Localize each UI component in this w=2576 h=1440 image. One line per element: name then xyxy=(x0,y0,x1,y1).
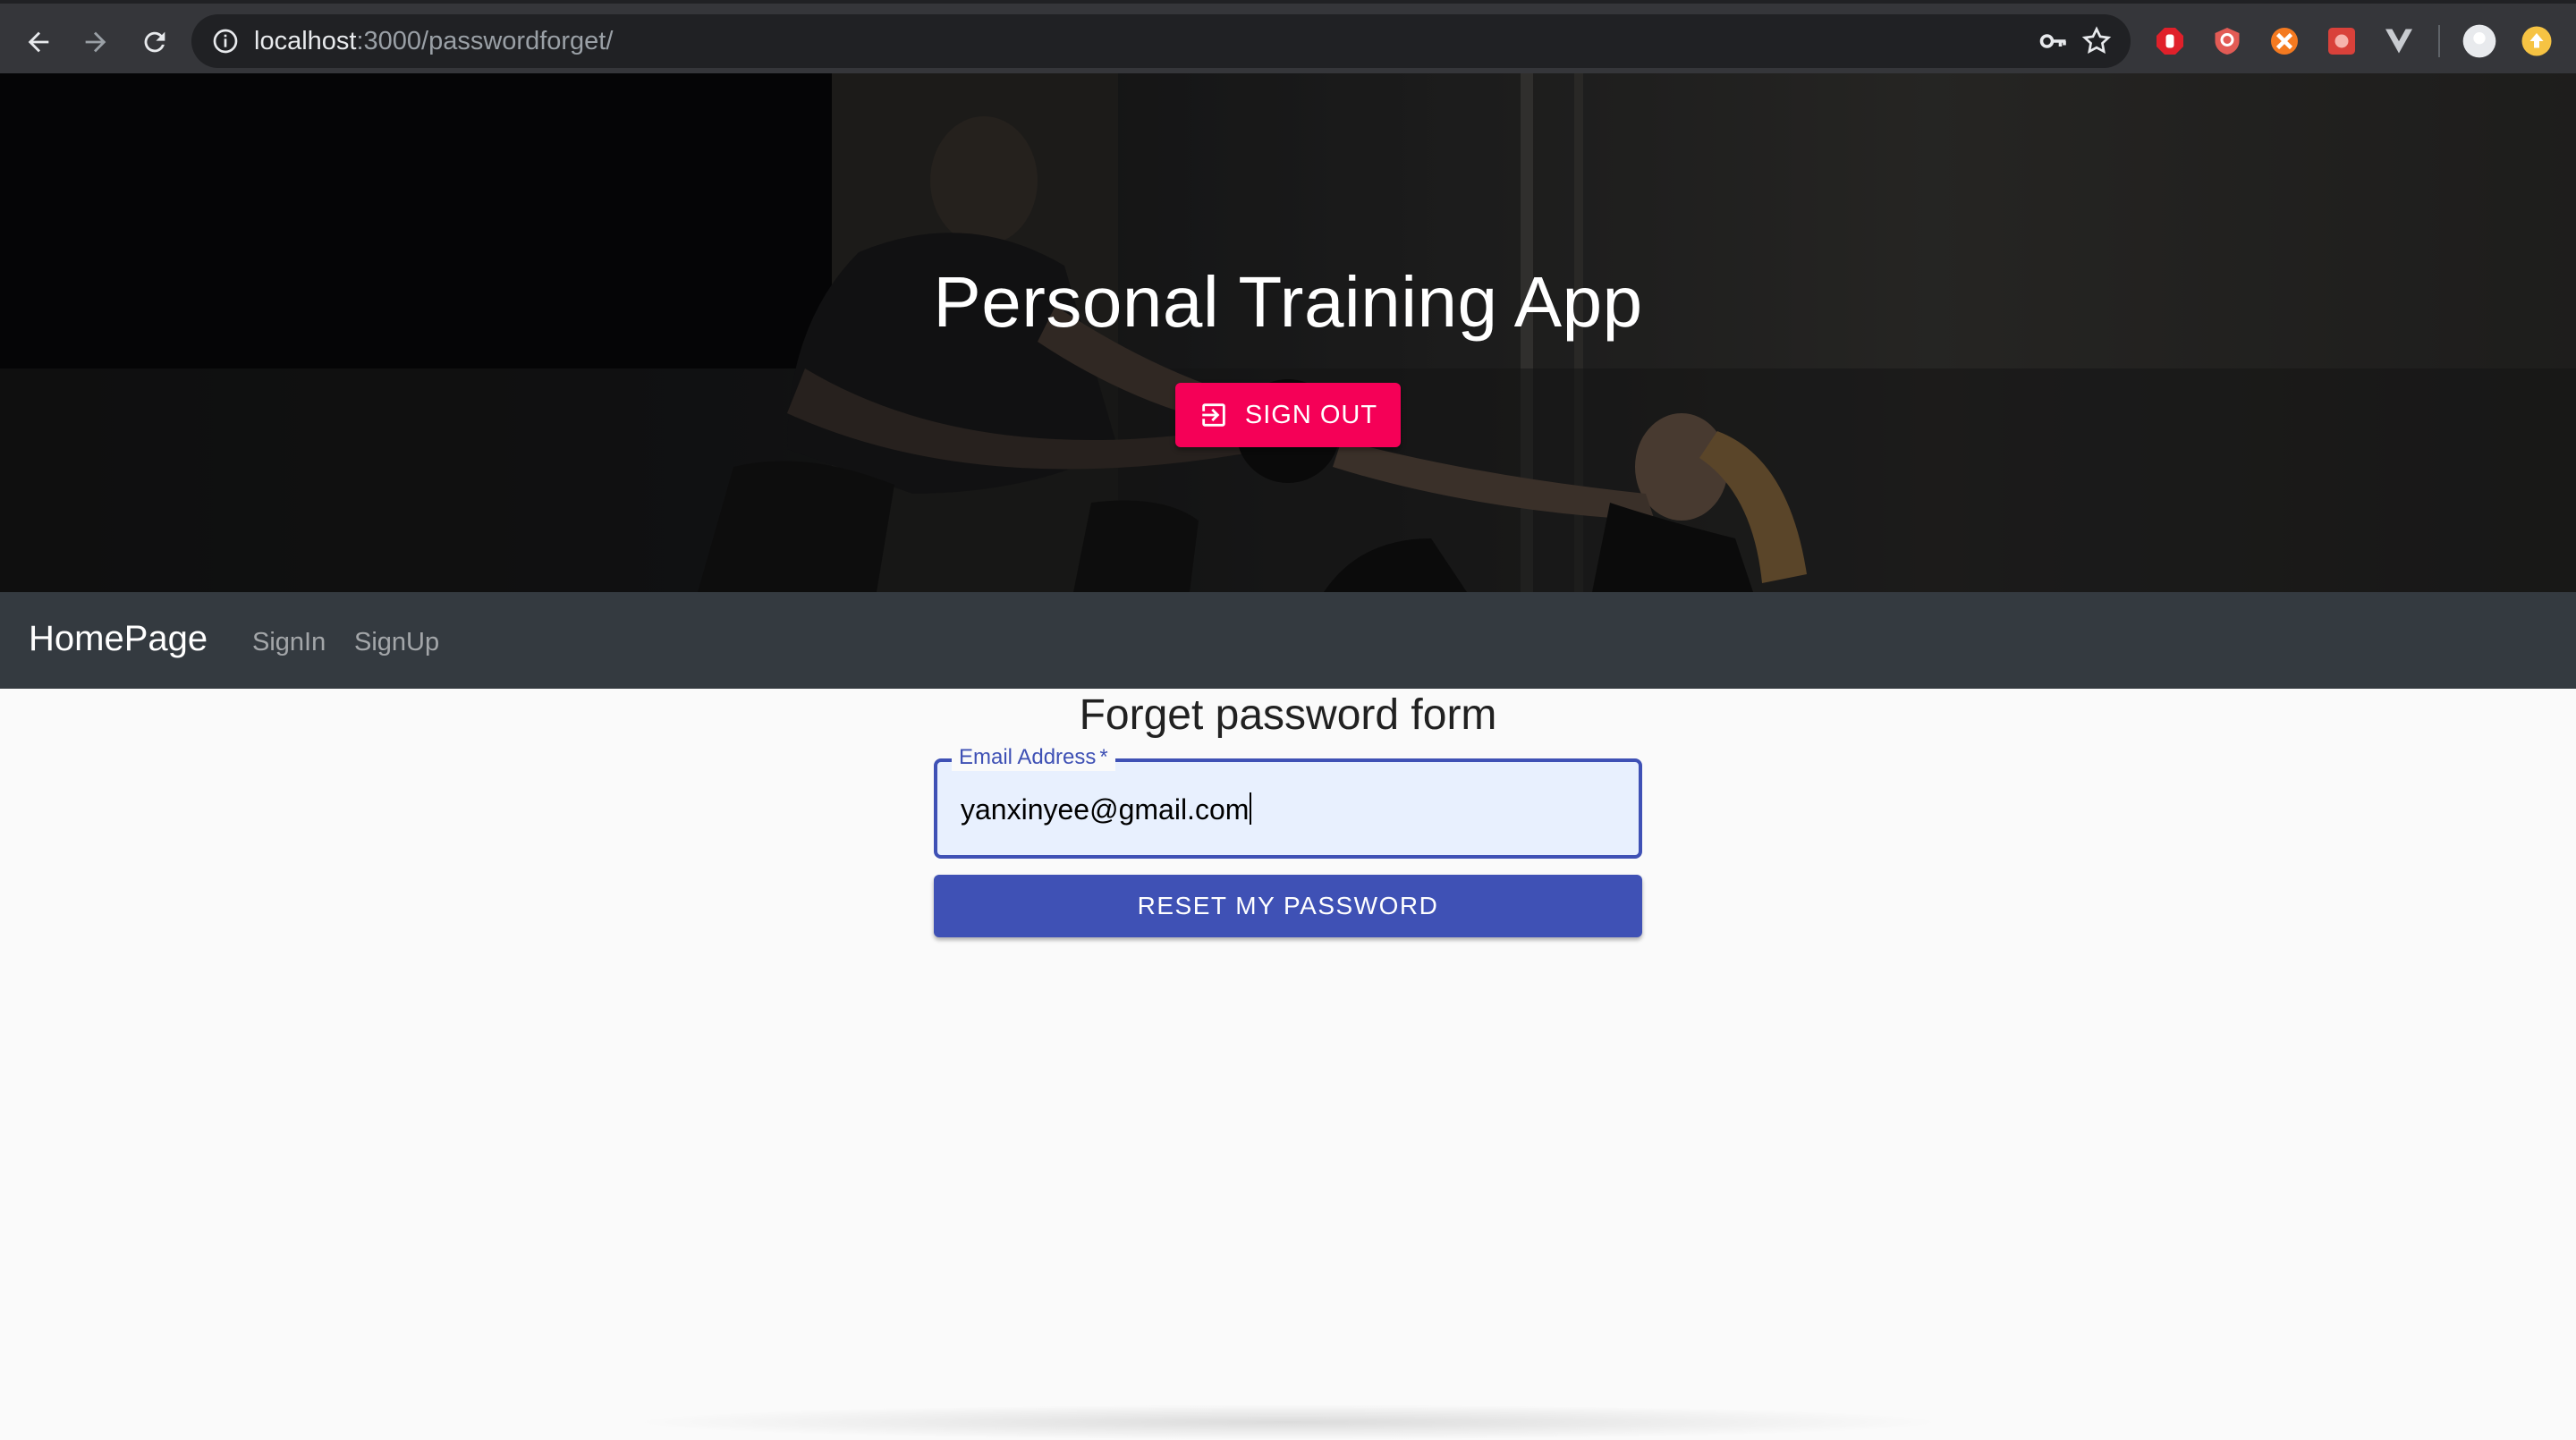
star-icon[interactable] xyxy=(2080,25,2113,57)
address-bar[interactable]: localhost:3000/passwordforget/ xyxy=(191,14,2131,68)
email-label: Email Address * xyxy=(952,744,1115,771)
nav-link-signin[interactable]: SignIn xyxy=(252,628,326,657)
url-text: localhost:3000/passwordforget/ xyxy=(254,27,614,55)
key-icon[interactable] xyxy=(2038,25,2070,57)
reset-password-button[interactable]: RESET MY PASSWORD xyxy=(934,875,1642,937)
nav-link-signup[interactable]: SignUp xyxy=(354,628,439,657)
adblock-extension-icon[interactable] xyxy=(2154,25,2186,57)
arrow-right-icon xyxy=(85,31,106,53)
hero-title: Personal Training App xyxy=(933,262,1643,342)
browser-toolbar: localhost:3000/passwordforget/ xyxy=(0,0,2576,73)
navbar-brand-homepage[interactable]: HomePage xyxy=(29,619,208,659)
navbar: HomePage SignIn SignUp xyxy=(0,592,2576,689)
arrow-left-icon xyxy=(28,31,49,53)
email-input[interactable]: yanxinyee@gmail.com xyxy=(934,758,1642,859)
forward-button[interactable] xyxy=(72,18,120,66)
orange-extension-icon[interactable] xyxy=(2268,25,2301,57)
shield-extension-icon[interactable] xyxy=(2211,25,2243,57)
sign-out-label: SIGN OUT xyxy=(1244,400,1378,429)
reload-button[interactable] xyxy=(131,18,179,66)
text-caret xyxy=(1250,792,1252,825)
toolbar-separator xyxy=(2438,25,2440,57)
exit-to-app-icon xyxy=(1202,403,1225,427)
red-puzzle-extension-icon[interactable] xyxy=(2326,25,2358,57)
bottom-shadow xyxy=(626,1404,1950,1440)
required-asterisk: * xyxy=(1099,745,1108,769)
update-extension-icon[interactable] xyxy=(2521,25,2553,57)
sign-out-button[interactable]: SIGN OUT xyxy=(1175,383,1401,447)
email-input-value: yanxinyee@gmail.com xyxy=(961,792,1252,826)
form-title: Forget password form xyxy=(1079,691,1497,739)
hero-banner: Personal Training App SIGN OUT xyxy=(0,73,2576,592)
back-button[interactable] xyxy=(14,18,63,66)
profile-avatar-icon[interactable] xyxy=(2462,23,2497,59)
vue-devtools-icon[interactable] xyxy=(2383,25,2415,57)
reload-icon xyxy=(144,31,165,53)
info-icon[interactable] xyxy=(211,27,240,55)
